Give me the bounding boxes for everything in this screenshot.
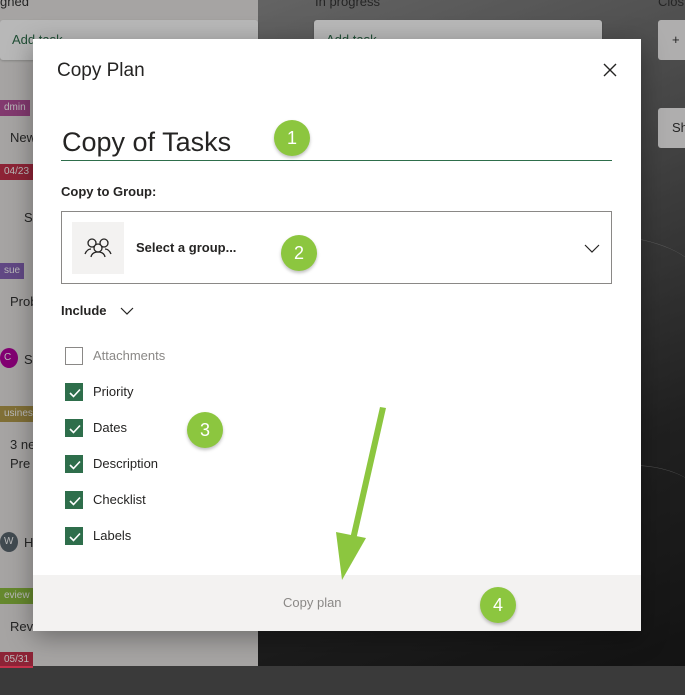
annotation-badge-3: 3 (187, 412, 223, 448)
annotation-badge-1: 1 (274, 120, 310, 156)
annotation-arrow (336, 407, 386, 580)
annotation-badge-4: 4 (480, 587, 516, 623)
annotation-badge-2: 2 (281, 235, 317, 271)
